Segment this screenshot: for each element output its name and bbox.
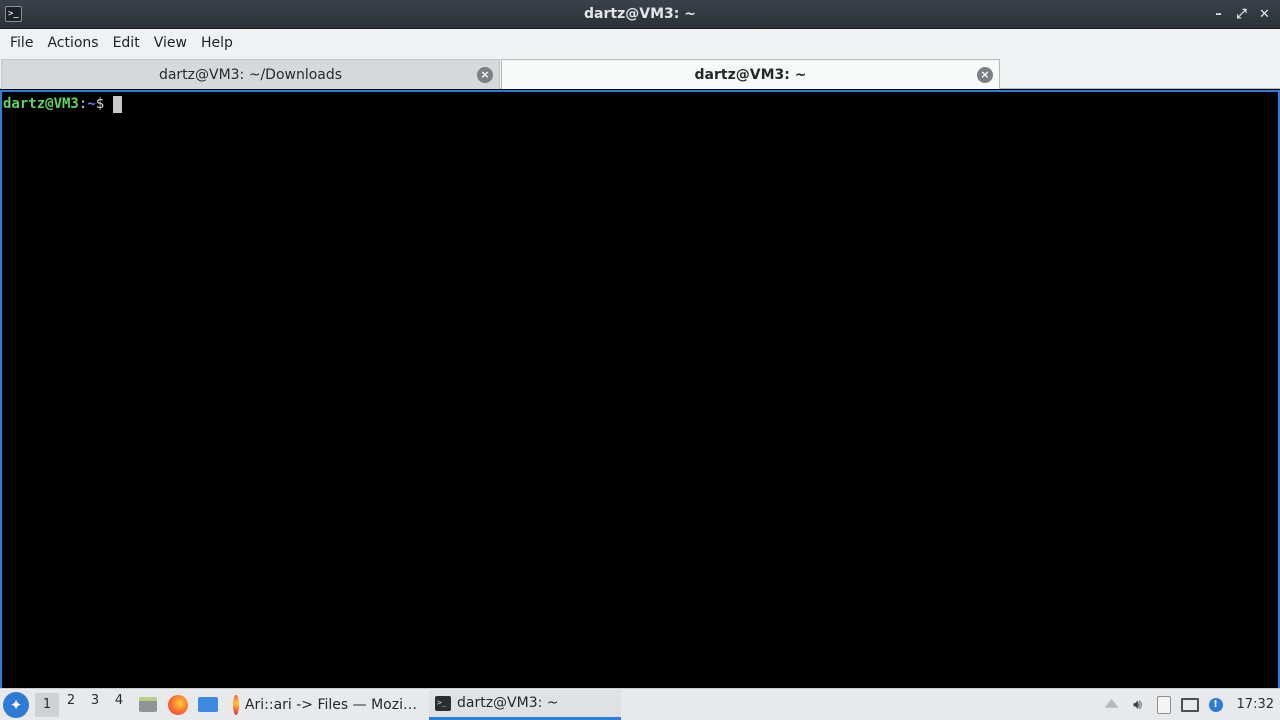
tab-label: dartz@VM3: ~/Downloads: [158, 66, 343, 83]
prompt-path: ~: [87, 96, 96, 112]
terminal-area[interactable]: dartz@VM3: ~ $: [0, 90, 1280, 688]
desktop-2[interactable]: 2: [59, 693, 83, 717]
prompt-separator: :: [78, 96, 88, 112]
close-icon[interactable]: ✕: [1255, 5, 1274, 24]
tab-close-icon[interactable]: ×: [977, 67, 993, 83]
prompt-symbol: $: [95, 96, 105, 112]
minimize-icon[interactable]: –: [1209, 5, 1228, 24]
clipboard-icon[interactable]: [1155, 695, 1173, 714]
menu-view[interactable]: View: [147, 29, 194, 57]
task-label: dartz@VM3: ~: [457, 695, 559, 711]
clock[interactable]: 17:32: [1237, 697, 1274, 712]
notification-icon[interactable]: !: [1207, 696, 1225, 714]
menu-bar: File Actions Edit View Help: [0, 29, 1280, 57]
menu-edit[interactable]: Edit: [106, 29, 147, 57]
desktop-4[interactable]: 4: [107, 693, 131, 717]
text-cursor: [113, 95, 123, 113]
tab-label: dartz@VM3: ~: [694, 66, 807, 83]
tab-bar: dartz@VM3: ~/Downloads × dartz@VM3: ~ ×: [0, 57, 1280, 89]
tab-downloads[interactable]: dartz@VM3: ~/Downloads ×: [1, 59, 500, 89]
file-manager-icon: [139, 697, 157, 712]
tab-home[interactable]: dartz@VM3: ~ ×: [501, 59, 1000, 89]
desktop-switcher: 1 2 3 4: [35, 692, 131, 717]
firefox-launcher[interactable]: [165, 692, 191, 718]
taskbar: ✦ 1 2 3 4 Ari::ari -> Files — Mozi… >_ d…: [0, 688, 1280, 720]
terminal-icon[interactable]: >_: [5, 6, 22, 22]
display-icon[interactable]: [1180, 696, 1199, 714]
firefox-icon: [233, 694, 239, 715]
firefox-icon: [168, 694, 188, 715]
window-titlebar[interactable]: >_ dartz@VM3: ~ – ⤢ ✕: [0, 0, 1280, 29]
terminal-icon: >_: [435, 695, 451, 711]
system-tray: 🔊︎ ! 17:32: [1103, 695, 1280, 714]
menu-help[interactable]: Help: [194, 29, 240, 57]
show-desktop-launcher[interactable]: [195, 692, 221, 718]
prompt-line: dartz@VM3: ~ $: [3, 94, 1277, 114]
prompt-user: dartz@VM3: [3, 96, 79, 112]
task-label: Ari::ari -> Files — Mozi…: [244, 696, 417, 713]
file-manager-launcher[interactable]: [135, 692, 161, 718]
task-terminal[interactable]: >_ dartz@VM3: ~: [429, 689, 621, 720]
start-menu-icon[interactable]: ✦: [3, 691, 29, 718]
menu-file[interactable]: File: [3, 29, 40, 57]
show-desktop-icon: [198, 697, 218, 712]
maximize-icon[interactable]: ⤢: [1232, 5, 1251, 24]
task-firefox[interactable]: Ari::ari -> Files — Mozi…: [227, 690, 423, 720]
tab-close-icon[interactable]: ×: [477, 67, 493, 83]
desktop-1[interactable]: 1: [35, 692, 59, 717]
desktop-3[interactable]: 3: [83, 693, 107, 717]
window-title: dartz@VM3: ~: [584, 6, 696, 22]
window-controls: – ⤢ ✕: [1209, 5, 1274, 24]
tray-expand-icon[interactable]: [1103, 696, 1121, 714]
menu-actions[interactable]: Actions: [40, 29, 105, 57]
volume-icon[interactable]: 🔊︎: [1129, 696, 1147, 714]
